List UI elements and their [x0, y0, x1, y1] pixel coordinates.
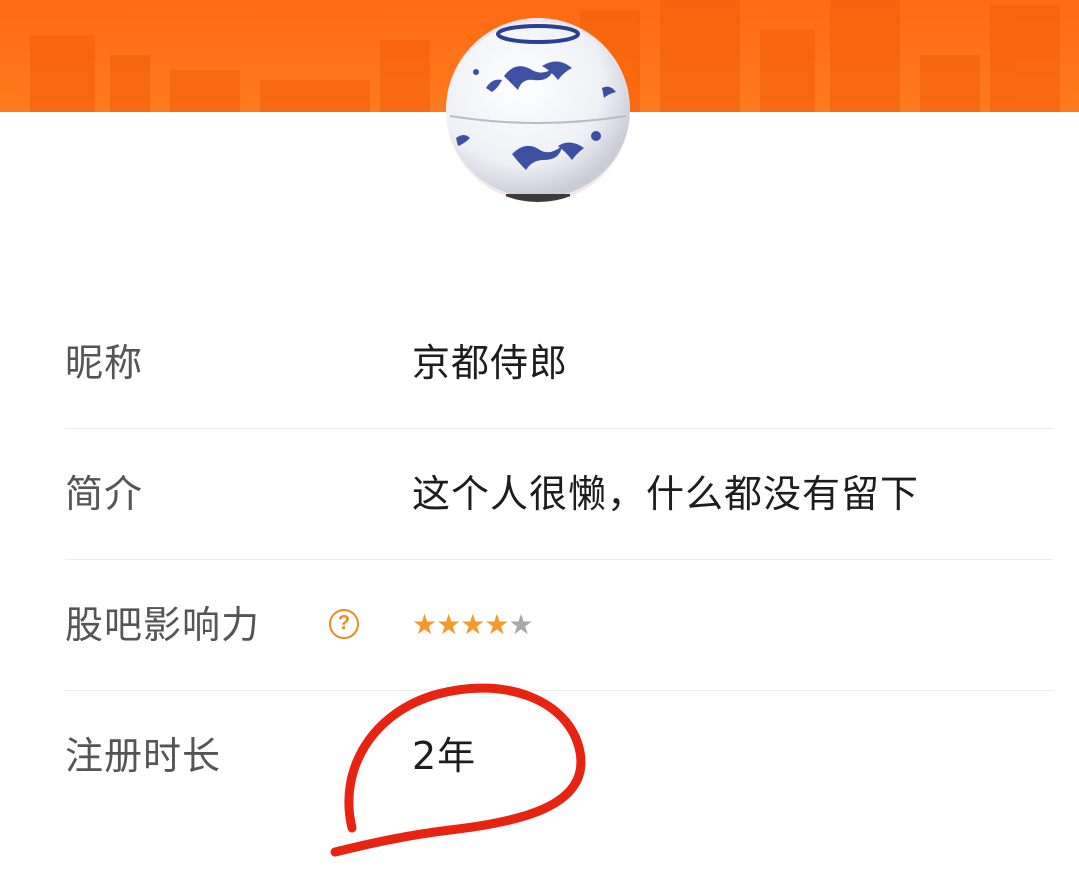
profile-info-list: 昵称 京都侍郎 简介 这个人很懒，什么都没有留下 股吧影响力 ? ★★★★★ 注… [65, 298, 1053, 821]
influence-label: 股吧影响力 [65, 603, 261, 647]
profile-row-registration: 注册时长 2年 [65, 691, 1053, 821]
bio-label: 简介 [65, 472, 144, 516]
profile-row-nickname: 昵称 京都侍郎 [65, 298, 1053, 429]
influence-rating-stars: ★★★★★ [412, 608, 534, 642]
star-filled-icon: ★ [412, 608, 437, 641]
star-filled-icon: ★ [484, 608, 509, 641]
profile-row-bio: 简介 这个人很懒，什么都没有留下 [65, 429, 1053, 560]
profile-row-influence: 股吧影响力 ? ★★★★★ [65, 560, 1053, 691]
star-filled-icon: ★ [460, 608, 485, 641]
porcelain-jar-avatar-icon [446, 18, 630, 202]
nickname-label: 昵称 [65, 341, 144, 385]
user-avatar[interactable] [446, 18, 630, 202]
star-filled-icon: ★ [436, 608, 461, 641]
registration-duration-label: 注册时长 [65, 734, 222, 778]
registration-duration-value: 2年 [412, 734, 477, 778]
nickname-value: 京都侍郎 [412, 341, 569, 385]
star-empty-icon: ★ [508, 608, 533, 641]
bio-value: 这个人很懒，什么都没有留下 [412, 472, 920, 516]
question-circle-icon[interactable]: ? [329, 609, 359, 639]
